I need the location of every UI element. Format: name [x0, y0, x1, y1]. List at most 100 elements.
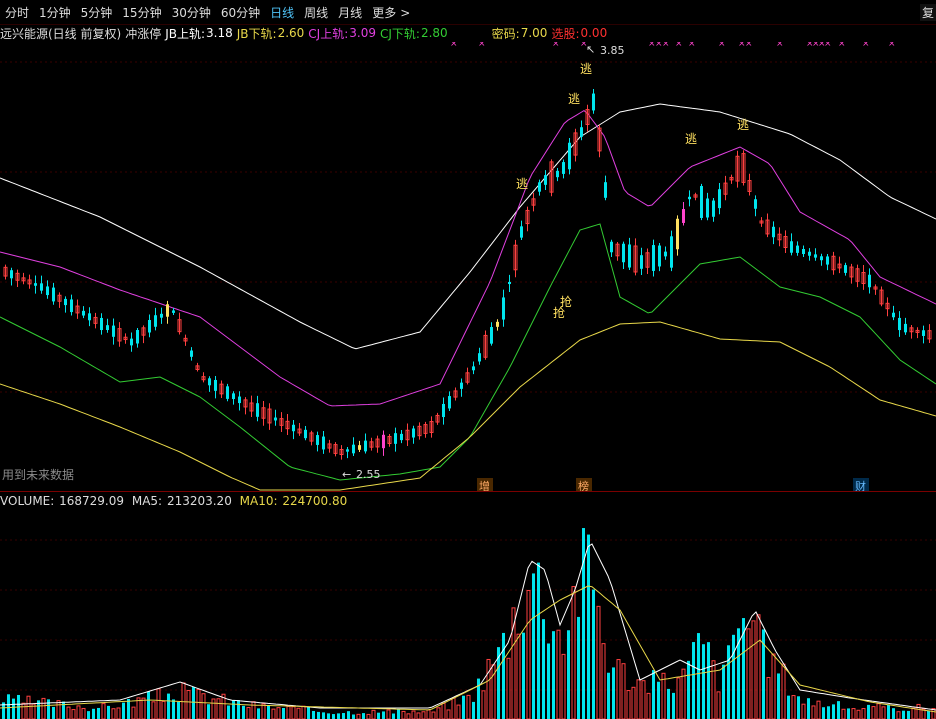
candle-body [556, 170, 559, 178]
volume-bar [787, 695, 790, 719]
signal-cross: × [838, 42, 846, 49]
candle-body [130, 338, 133, 346]
candle-body [802, 248, 805, 255]
candle-body [322, 436, 325, 450]
volume-bar [322, 712, 325, 719]
ma10-value: 224700.80 [282, 494, 348, 508]
tab-5min[interactable]: 5分钟 [76, 4, 118, 21]
volume-bar [312, 710, 315, 719]
candle-body [652, 245, 655, 271]
future-data-note: 用到未来数据 [2, 468, 75, 482]
volume-bar [876, 703, 881, 719]
cj-lower-band-line [0, 223, 936, 481]
candle-body [718, 189, 721, 209]
tab-daily[interactable]: 日线 [265, 4, 299, 21]
volume-chart[interactable] [0, 510, 936, 719]
price-chart[interactable]: × × × × × × × × × × × × × ×××× × × × 3.85 ↖ ← 2.55 逃 逃 逃… [0, 42, 936, 492]
candle-body [844, 265, 847, 273]
volume-label: VOLUME: [0, 494, 55, 508]
candle-body [52, 287, 55, 302]
volume-bar [451, 697, 456, 719]
volume-bar [807, 698, 810, 719]
candle-body [232, 393, 235, 400]
volume-bar [276, 707, 281, 719]
volume-bar [732, 634, 735, 719]
tab-weekly[interactable]: 周线 [299, 4, 333, 21]
tab-fenshi[interactable]: 分时 [0, 4, 34, 21]
volume-bar [486, 658, 491, 719]
chart-annotations: 3.85 ↖ ← 2.55 逃 逃 逃 逃 逃 抢 抢 增 榜 财 [342, 43, 869, 492]
volume-bar [727, 645, 730, 719]
cj-lower-label: CJ下轨: [379, 26, 420, 41]
volume-bar [532, 573, 535, 719]
candle-body [46, 286, 49, 296]
volume-bar [92, 708, 95, 719]
volume-bar [722, 664, 725, 719]
candle-body [88, 313, 91, 321]
tab-monthly[interactable]: 月线 [333, 4, 367, 21]
volume-bar [431, 711, 436, 719]
volume-bar [791, 695, 796, 719]
candle-body [208, 378, 211, 386]
signal-cross: × [718, 42, 726, 49]
volume-bar [916, 703, 921, 719]
volume-bar [816, 700, 821, 719]
ma5-label: MA5: [131, 494, 163, 508]
jb-lower-label: JB下轨: [236, 26, 277, 41]
candle-body [670, 236, 673, 268]
candle-body [790, 241, 793, 253]
volume-bar [797, 696, 800, 719]
signal-cross: × [688, 42, 696, 49]
volume-bar [201, 693, 206, 719]
volume-bar [827, 706, 830, 719]
volume-bar [156, 688, 161, 719]
volume-bar [332, 714, 335, 719]
tab-30min[interactable]: 30分钟 [167, 4, 216, 21]
volume-bar [697, 633, 700, 719]
more-menu-button[interactable]: 更多 > [367, 4, 415, 21]
candle-body [892, 312, 895, 318]
volume-bar [561, 653, 566, 719]
volume-bar [616, 659, 621, 719]
candle-body [460, 382, 463, 389]
candle-body [100, 317, 103, 331]
candle-body [70, 299, 73, 313]
volume-bar [867, 704, 870, 719]
volume-bar [751, 620, 756, 719]
volume-bar [366, 713, 371, 719]
candle-body [508, 281, 511, 285]
candle-body [226, 386, 229, 399]
escape-signal: 逃 [580, 62, 592, 76]
volume-bar [411, 710, 416, 719]
volume-bar [692, 642, 695, 719]
code-value: 7.00 [520, 26, 548, 40]
volume-bar [337, 713, 340, 719]
volume-bar [12, 698, 15, 719]
volume-bar [177, 701, 180, 719]
volume-bar [436, 707, 441, 719]
candle-body [214, 379, 217, 391]
volume-bar [711, 660, 716, 719]
candle-body [502, 297, 505, 320]
volume-bar [636, 679, 641, 719]
restore-rights-button[interactable]: 复 [919, 4, 936, 21]
tab-1min[interactable]: 1分钟 [34, 4, 76, 21]
ma10-line [0, 585, 936, 713]
candle-body [448, 396, 451, 409]
low-price-marker: 2.55 [356, 468, 381, 481]
candle-body [496, 321, 499, 327]
tab-15min[interactable]: 15分钟 [117, 4, 166, 21]
tab-60min[interactable]: 60分钟 [216, 4, 265, 21]
volume-bar [317, 711, 320, 719]
volume-bar [456, 704, 461, 719]
volume-bar [837, 701, 840, 719]
candle-body [622, 243, 625, 263]
volume-bar [286, 705, 291, 719]
volume-bar [646, 692, 651, 719]
volume-bar [756, 614, 761, 719]
volume-bar [392, 713, 395, 719]
volume-bar [892, 708, 895, 719]
volume-bar [481, 690, 486, 719]
candle-body [112, 325, 115, 337]
candle-body [664, 251, 667, 257]
